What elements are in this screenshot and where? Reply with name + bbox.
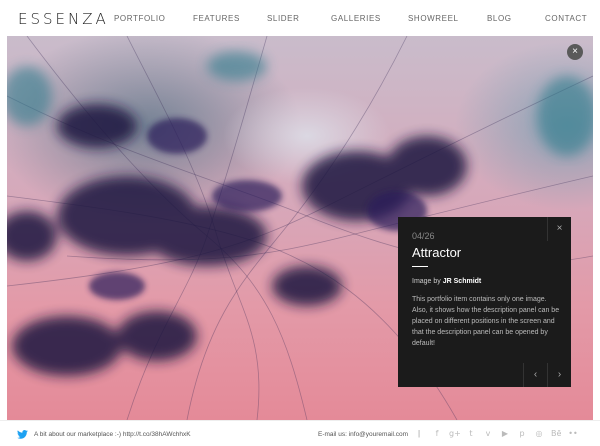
credit-author: JR Schmidt xyxy=(442,278,482,285)
main-nav: PORTFOLIO FEATURES SLIDER GALLERIES SHOW… xyxy=(0,14,600,26)
latest-tweet[interactable]: A bit about our marketplace :-) http://t… xyxy=(34,431,191,438)
next-arrow-icon[interactable]: › xyxy=(547,363,571,387)
vimeo-icon[interactable]: v xyxy=(483,429,493,439)
nav-item-features[interactable]: FEATURES xyxy=(193,14,240,23)
pinterest-icon[interactable]: p xyxy=(517,429,527,439)
google-plus-icon[interactable]: g+ xyxy=(449,429,461,439)
item-description: This portfolio item contains only one im… xyxy=(412,296,560,347)
nav-item-showreel[interactable]: SHOWREEL xyxy=(408,14,459,23)
twitter-icon[interactable]: t xyxy=(466,429,476,439)
nav-item-blog[interactable]: BLOG xyxy=(487,14,512,23)
title-divider xyxy=(412,266,428,267)
nav-item-slider[interactable]: SLIDER xyxy=(267,14,300,23)
prev-arrow-icon[interactable]: ‹ xyxy=(523,363,547,387)
contact-email[interactable]: E-mail us: info@youremail.com xyxy=(318,431,408,438)
credit-prefix: Image by xyxy=(412,278,443,285)
item-counter: 04/26 xyxy=(412,231,435,241)
description-panel: × 04/26 Attractor Image by JR Schmidt Th… xyxy=(398,217,571,387)
image-credit: Image by JR Schmidt xyxy=(412,278,481,285)
behance-icon[interactable]: Bē xyxy=(551,429,561,439)
item-title: Attractor xyxy=(412,245,462,260)
flickr-icon[interactable]: •• xyxy=(568,429,578,439)
nav-item-portfolio[interactable]: PORTFOLIO xyxy=(114,14,165,23)
twitter-bird-icon[interactable] xyxy=(17,430,28,439)
site-footer: A bit about our marketplace :-) http://t… xyxy=(0,420,600,446)
facebook-icon[interactable]: f xyxy=(432,429,442,439)
panel-close-icon[interactable]: × xyxy=(547,217,571,241)
footer-separator: | xyxy=(418,429,421,438)
nav-item-contact[interactable]: CONTACT xyxy=(545,14,587,23)
youtube-icon[interactable]: ▶ xyxy=(500,429,510,439)
dribbble-icon[interactable]: ◎ xyxy=(534,429,544,439)
nav-item-galleries[interactable]: GALLERIES xyxy=(331,14,381,23)
close-icon[interactable]: × xyxy=(567,44,583,60)
site-header: ESSENZA PORTFOLIO FEATURES SLIDER GALLER… xyxy=(0,0,600,36)
